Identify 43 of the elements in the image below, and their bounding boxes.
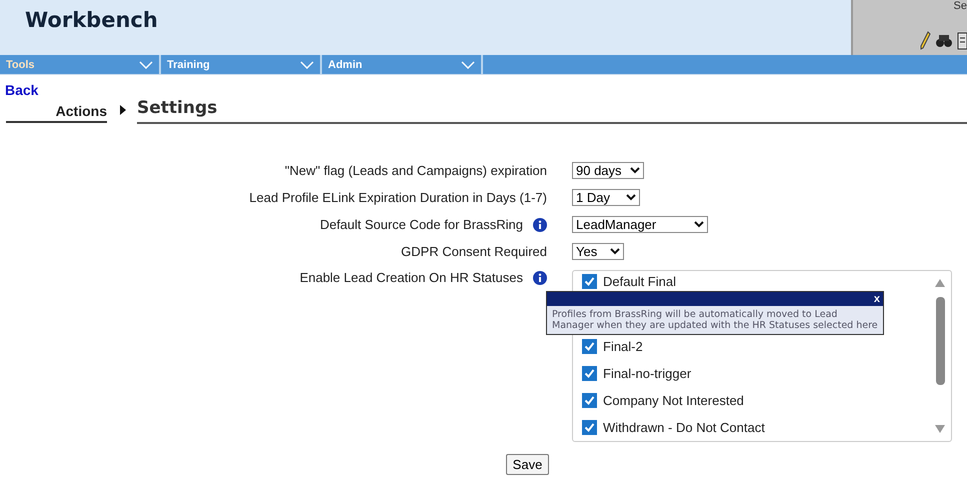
binoculars-icon[interactable] — [935, 33, 953, 49]
page-title: Settings — [137, 98, 967, 124]
scroll-down-icon[interactable] — [935, 425, 945, 433]
back-link[interactable]: Back — [5, 82, 967, 98]
dropdown[interactable]: LeadManager — [572, 216, 708, 233]
chevron-down-icon — [626, 194, 636, 201]
panel-label: Se — [954, 0, 967, 12]
chevron-down-icon — [139, 60, 153, 68]
scrollbar-thumb[interactable] — [936, 297, 944, 385]
app-title: Workbench — [24, 7, 158, 34]
chevron-down-icon — [630, 167, 640, 174]
checkbox[interactable] — [582, 274, 597, 289]
chevron-down-icon — [461, 60, 475, 68]
actions-menu[interactable]: Actions — [6, 103, 107, 123]
status-option[interactable]: Company Not Interested — [603, 393, 744, 408]
scroll-up-icon[interactable] — [935, 279, 945, 287]
chevron-down-icon — [300, 60, 314, 68]
checkbox[interactable] — [582, 393, 597, 408]
setting-label: Default Source Code for BrassRing — [320, 217, 523, 232]
status-option[interactable]: Withdrawn - Do Not Contact — [603, 420, 765, 435]
close-button[interactable]: x — [874, 292, 880, 306]
status-option[interactable]: Default Final — [603, 274, 676, 289]
tooltip-text: Profiles from BrassRing will be automatically moved to Lead Manager when they are updated with the HR Statuses selected here — [551, 308, 879, 333]
info-icon[interactable] — [533, 218, 547, 232]
info-icon[interactable] — [533, 270, 547, 284]
dropdown[interactable]: 90 days — [572, 162, 644, 179]
setting-label: GDPR Consent Required — [401, 244, 547, 259]
document-icon[interactable] — [957, 31, 967, 51]
checkbox[interactable] — [582, 339, 597, 354]
chevron-down-icon — [694, 221, 704, 228]
dropdown[interactable]: Yes — [572, 243, 624, 260]
arrow-right-icon — [119, 105, 127, 115]
checkbox[interactable] — [582, 366, 597, 381]
checkbox[interactable] — [582, 420, 597, 435]
save-button[interactable]: Save — [506, 454, 550, 475]
setting-label: Lead Profile ELink Expiration Duration in Days (1-7) — [249, 190, 547, 205]
status-option[interactable]: Final-2 — [603, 339, 643, 354]
dropdown[interactable]: 1 Day — [572, 189, 640, 206]
chevron-down-icon — [610, 248, 620, 255]
setting-label: Enable Lead Creation On HR Statuses — [300, 270, 523, 285]
status-option[interactable]: Final-no-trigger — [603, 366, 692, 381]
setting-label: "New" flag (Leads and Campaigns) expiration — [284, 163, 547, 178]
pencil-icon[interactable] — [919, 31, 931, 51]
